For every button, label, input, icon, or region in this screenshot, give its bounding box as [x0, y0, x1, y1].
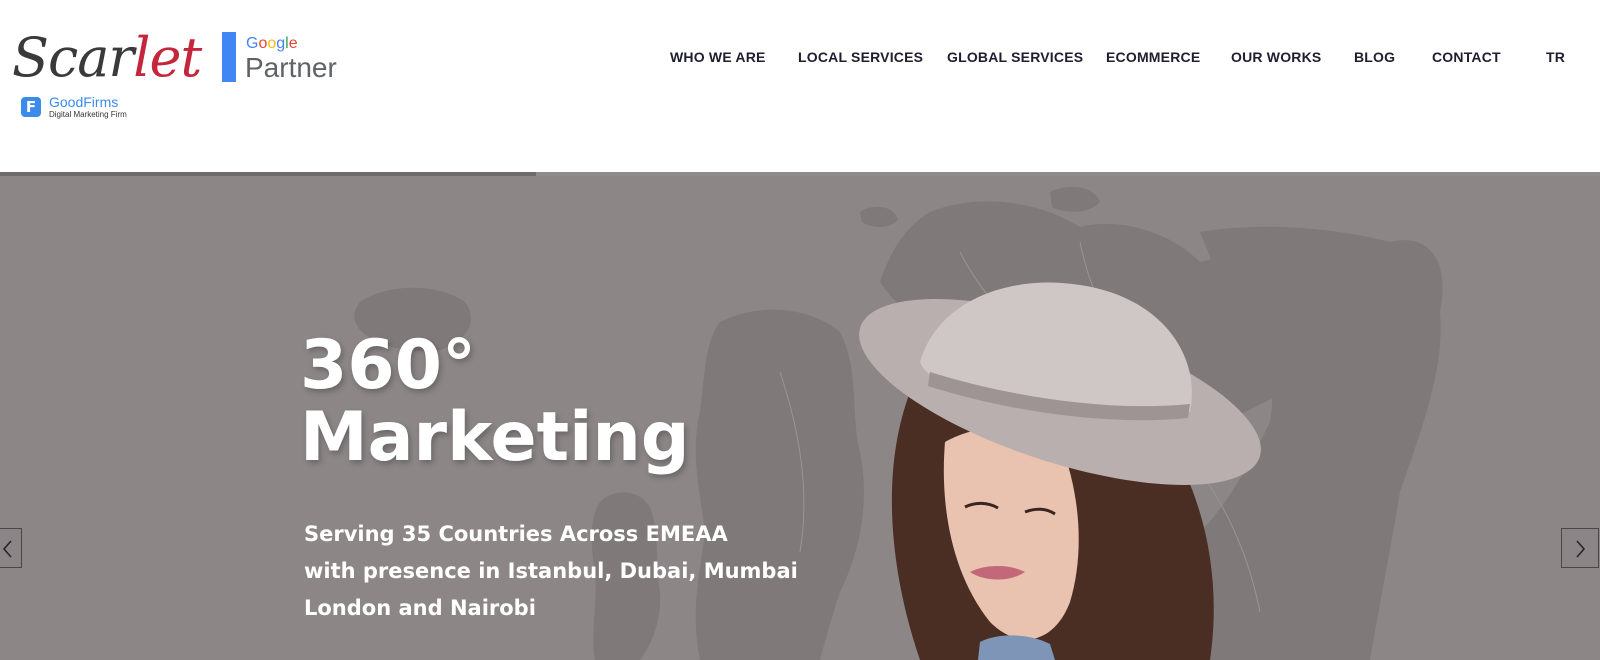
nav-contact[interactable]: CONTACT [1432, 46, 1501, 68]
slider-prev-button[interactable] [0, 528, 22, 568]
chevron-right-icon [1576, 540, 1586, 558]
slider-progress-fill [0, 172, 536, 176]
slider-progress-bar [0, 172, 1600, 176]
site-header: Scarlet Google Partner F GoodFirms Digit… [0, 0, 1600, 172]
nav-global-services[interactable]: GLOBAL SERVICES [947, 46, 1083, 68]
nav-local-services[interactable]: LOCAL SERVICES [798, 46, 923, 68]
slider-next-button[interactable] [1561, 528, 1599, 568]
chevron-left-icon [2, 540, 12, 558]
nav-language-tr[interactable]: TR [1546, 46, 1565, 68]
goodfirms-name: GoodFirms [49, 94, 119, 110]
goodfirms-icon: F [21, 97, 41, 117]
main-nav: WHO WE ARE LOCAL SERVICES GLOBAL SERVICE… [0, 46, 1600, 68]
hero-model-image [859, 282, 1261, 660]
nav-who-we-are[interactable]: WHO WE ARE [670, 46, 766, 68]
hero-subtitle-line3: London and Nairobi [304, 596, 536, 620]
goodfirms-subtitle: Digital Marketing Firm [49, 110, 127, 119]
hero-title: 360° Marketing [300, 330, 690, 474]
hero-subtitle-line2: with presence in Istanbul, Dubai, Mumbai [304, 559, 798, 583]
nav-our-works[interactable]: OUR WORKS [1231, 46, 1321, 68]
world-map-background [354, 186, 1443, 660]
hero-title-line1: 360° [300, 326, 476, 405]
nav-blog[interactable]: BLOG [1354, 46, 1395, 68]
hero-subtitle-line1: Serving 35 Countries Across EMEAA [304, 522, 728, 546]
hero-slider: 360° Marketing Serving 35 Countries Acro… [0, 172, 1600, 660]
hero-subtitle: Serving 35 Countries Across EMEAA with p… [304, 516, 798, 627]
nav-ecommerce[interactable]: ECOMMERCE [1106, 46, 1200, 68]
hero-title-line2: Marketing [300, 398, 690, 477]
